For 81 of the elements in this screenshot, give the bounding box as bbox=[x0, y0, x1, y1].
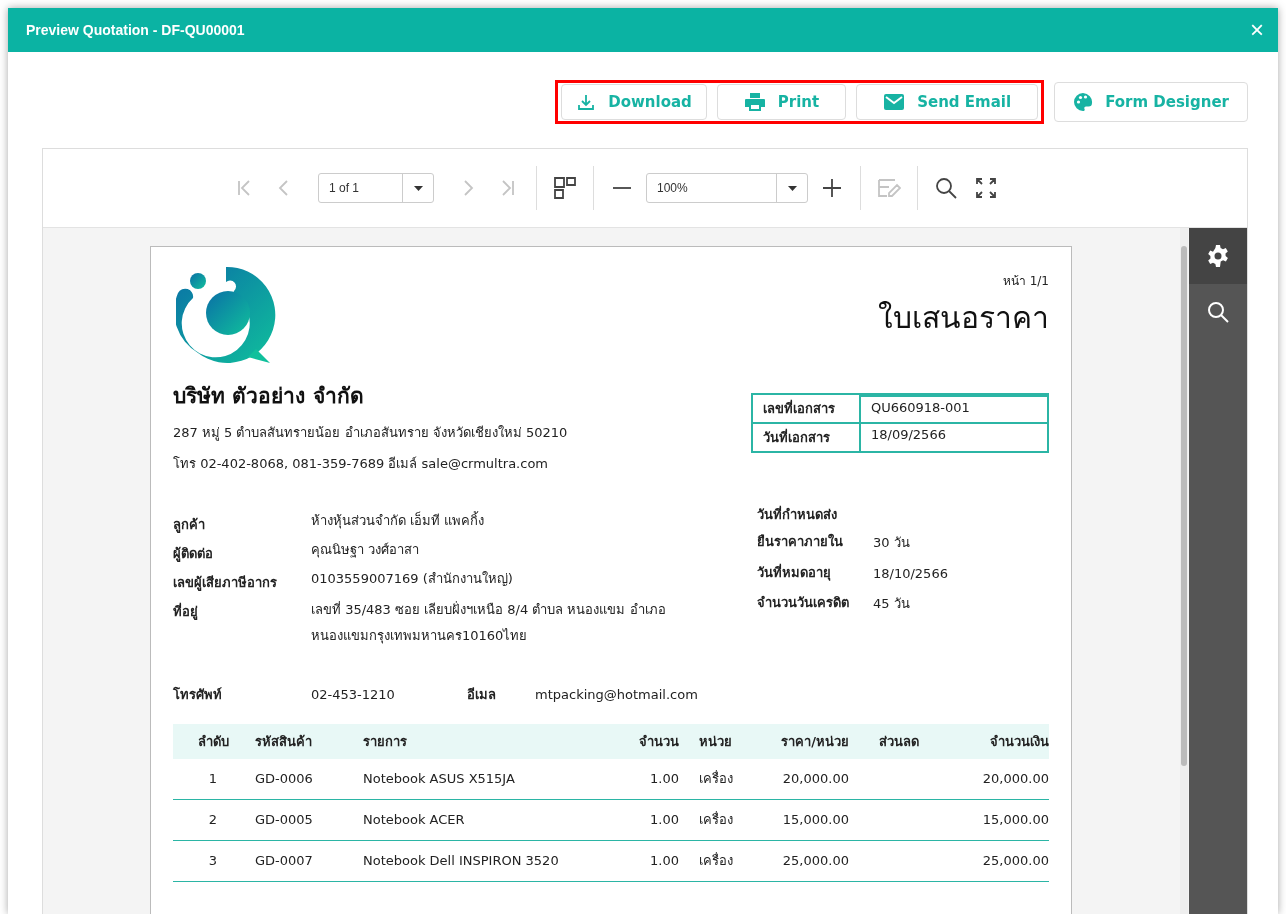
field-value: 0103559007169 (สำนักงานใหญ่) bbox=[311, 572, 514, 588]
multi-page-icon bbox=[553, 176, 577, 200]
edit-form-icon bbox=[877, 176, 901, 200]
column-header: ส่วนลด bbox=[878, 732, 920, 751]
table-cell-text: 25,000.00 bbox=[981, 853, 1049, 869]
info-label: เลขที่เอกสาร bbox=[753, 395, 861, 422]
table-cell-text: เครื่อง bbox=[698, 851, 734, 871]
info-label: วันที่เอกสาร bbox=[753, 422, 861, 451]
table-cell-text: GD-0006 bbox=[254, 771, 314, 787]
table-cell-text: 2 bbox=[207, 812, 219, 828]
info-value: QU660918-001 bbox=[861, 395, 1047, 422]
field-value: 02-453-1210 bbox=[311, 686, 396, 704]
table-cell-text: เครื่อง bbox=[698, 810, 734, 830]
window-title: Preview Quotation - DF-QU00001 bbox=[26, 22, 245, 38]
field-label: เลขผู้เสียภาษีอากร bbox=[173, 574, 278, 593]
printer-icon bbox=[743, 92, 766, 112]
action-button[interactable]: Download bbox=[561, 84, 707, 120]
zoom-out-icon bbox=[612, 186, 632, 190]
settings-icon bbox=[1206, 244, 1230, 268]
table-cell-text: 15,000.00 bbox=[781, 812, 849, 828]
column-header: หน่วย bbox=[698, 732, 733, 751]
caret-icon bbox=[413, 185, 423, 191]
table-cell-text: 20,000.00 bbox=[981, 771, 1049, 787]
column-header: ราคา/หน่วย bbox=[780, 732, 849, 751]
search-icon bbox=[934, 176, 958, 200]
envelope-icon bbox=[883, 93, 906, 111]
action-button[interactable]: Form Designer bbox=[1054, 82, 1248, 122]
page-select[interactable]: 1 of 1 bbox=[318, 173, 434, 203]
table-cell-text: 1 bbox=[207, 771, 219, 787]
table-cell-text: Notebook ASUS X515JA bbox=[363, 771, 516, 787]
column-header: รายการ bbox=[363, 732, 408, 751]
table-cell-text: 15,000.00 bbox=[981, 812, 1049, 828]
column-header: จำนวนเงิน bbox=[989, 732, 1049, 751]
table-cell-text: 1.00 bbox=[649, 812, 679, 828]
field-value: เลขที่ 35/483 ซอย เลียบฝั่งฯเหนือ 8/4 ตำบล หนองแขม อำเภอ หนองแขมกรุงเทพมหานคร10160ไทย bbox=[311, 600, 667, 646]
table-cell-text: GD-0005 bbox=[254, 812, 314, 828]
zoom-select[interactable]: 100% bbox=[646, 173, 808, 203]
field-value: 30 วัน bbox=[873, 534, 911, 552]
column-header: จำนวน bbox=[638, 732, 679, 751]
column-header: รหัสสินค้า bbox=[254, 732, 313, 751]
company-contact: โทร 02-402-8068, 081-359-7689 อีเมล์ sale@crmultra.com bbox=[173, 455, 549, 473]
info-value: 18/09/2566 bbox=[861, 422, 1047, 451]
table-cell-text: 1.00 bbox=[649, 771, 679, 787]
field-label: โทรศัพท์ bbox=[173, 686, 223, 704]
field-label: วันที่หมดอายุ bbox=[757, 562, 832, 583]
field-value: 18/10/2566 bbox=[873, 564, 949, 583]
action-button[interactable]: Send Email bbox=[856, 84, 1039, 120]
column-header: ลำดับ bbox=[196, 732, 230, 751]
table-cell-text: 25,000.00 bbox=[781, 853, 849, 869]
caret-icon bbox=[787, 185, 797, 191]
table-cell-text: เครื่อง bbox=[698, 769, 734, 789]
search-icon bbox=[1206, 300, 1230, 324]
field-value: mtpacking@hotmail.com bbox=[535, 686, 698, 704]
table-cell-text: Notebook ACER bbox=[363, 812, 466, 828]
download-icon bbox=[576, 92, 597, 112]
table-cell-text: 3 bbox=[207, 853, 219, 869]
field-label: ผู้ติดต่อ bbox=[173, 545, 214, 564]
scrollbar-thumb[interactable] bbox=[1181, 246, 1187, 766]
table-cell-text: Notebook Dell INSPIRON 3520 bbox=[363, 853, 560, 869]
table-cell-text: 20,000.00 bbox=[781, 771, 849, 787]
close-button[interactable]: × bbox=[1250, 18, 1264, 42]
table-cell-text: 1.00 bbox=[649, 853, 679, 869]
field-label: ที่อยู่ bbox=[173, 601, 199, 622]
field-label: อีเมล bbox=[467, 686, 497, 704]
document-title: ใบเสนอราคา bbox=[878, 299, 1049, 337]
field-label: วันที่กำหนดส่ง bbox=[757, 504, 838, 524]
fullscreen-icon bbox=[974, 176, 998, 200]
field-label: ลูกค้า bbox=[173, 516, 206, 535]
field-value: 45 วัน bbox=[873, 595, 911, 614]
logo-icon bbox=[176, 265, 276, 365]
palette-icon bbox=[1073, 92, 1094, 112]
field-value: คุณนิษฐา วงศ์อาสา bbox=[311, 543, 421, 560]
settings-button[interactable] bbox=[1189, 228, 1247, 284]
field-label: ยืนราคาภายใน bbox=[757, 532, 844, 551]
action-button[interactable]: Print bbox=[716, 84, 847, 120]
company-address: 287 หมู่ 5 ตำบลสันทรายน้อย อำเภอสันทราย จังหวัดเชียงใหม่ 50210 bbox=[173, 424, 568, 443]
field-label: จำนวนวันเครดิต bbox=[757, 594, 850, 613]
table-cell-text: GD-0007 bbox=[254, 853, 314, 869]
zoom-in-icon bbox=[820, 176, 844, 200]
company-name: บริษัท ตัวอย่าง จำกัด bbox=[173, 383, 365, 410]
page-number: หน้า 1/1 bbox=[1002, 273, 1049, 290]
